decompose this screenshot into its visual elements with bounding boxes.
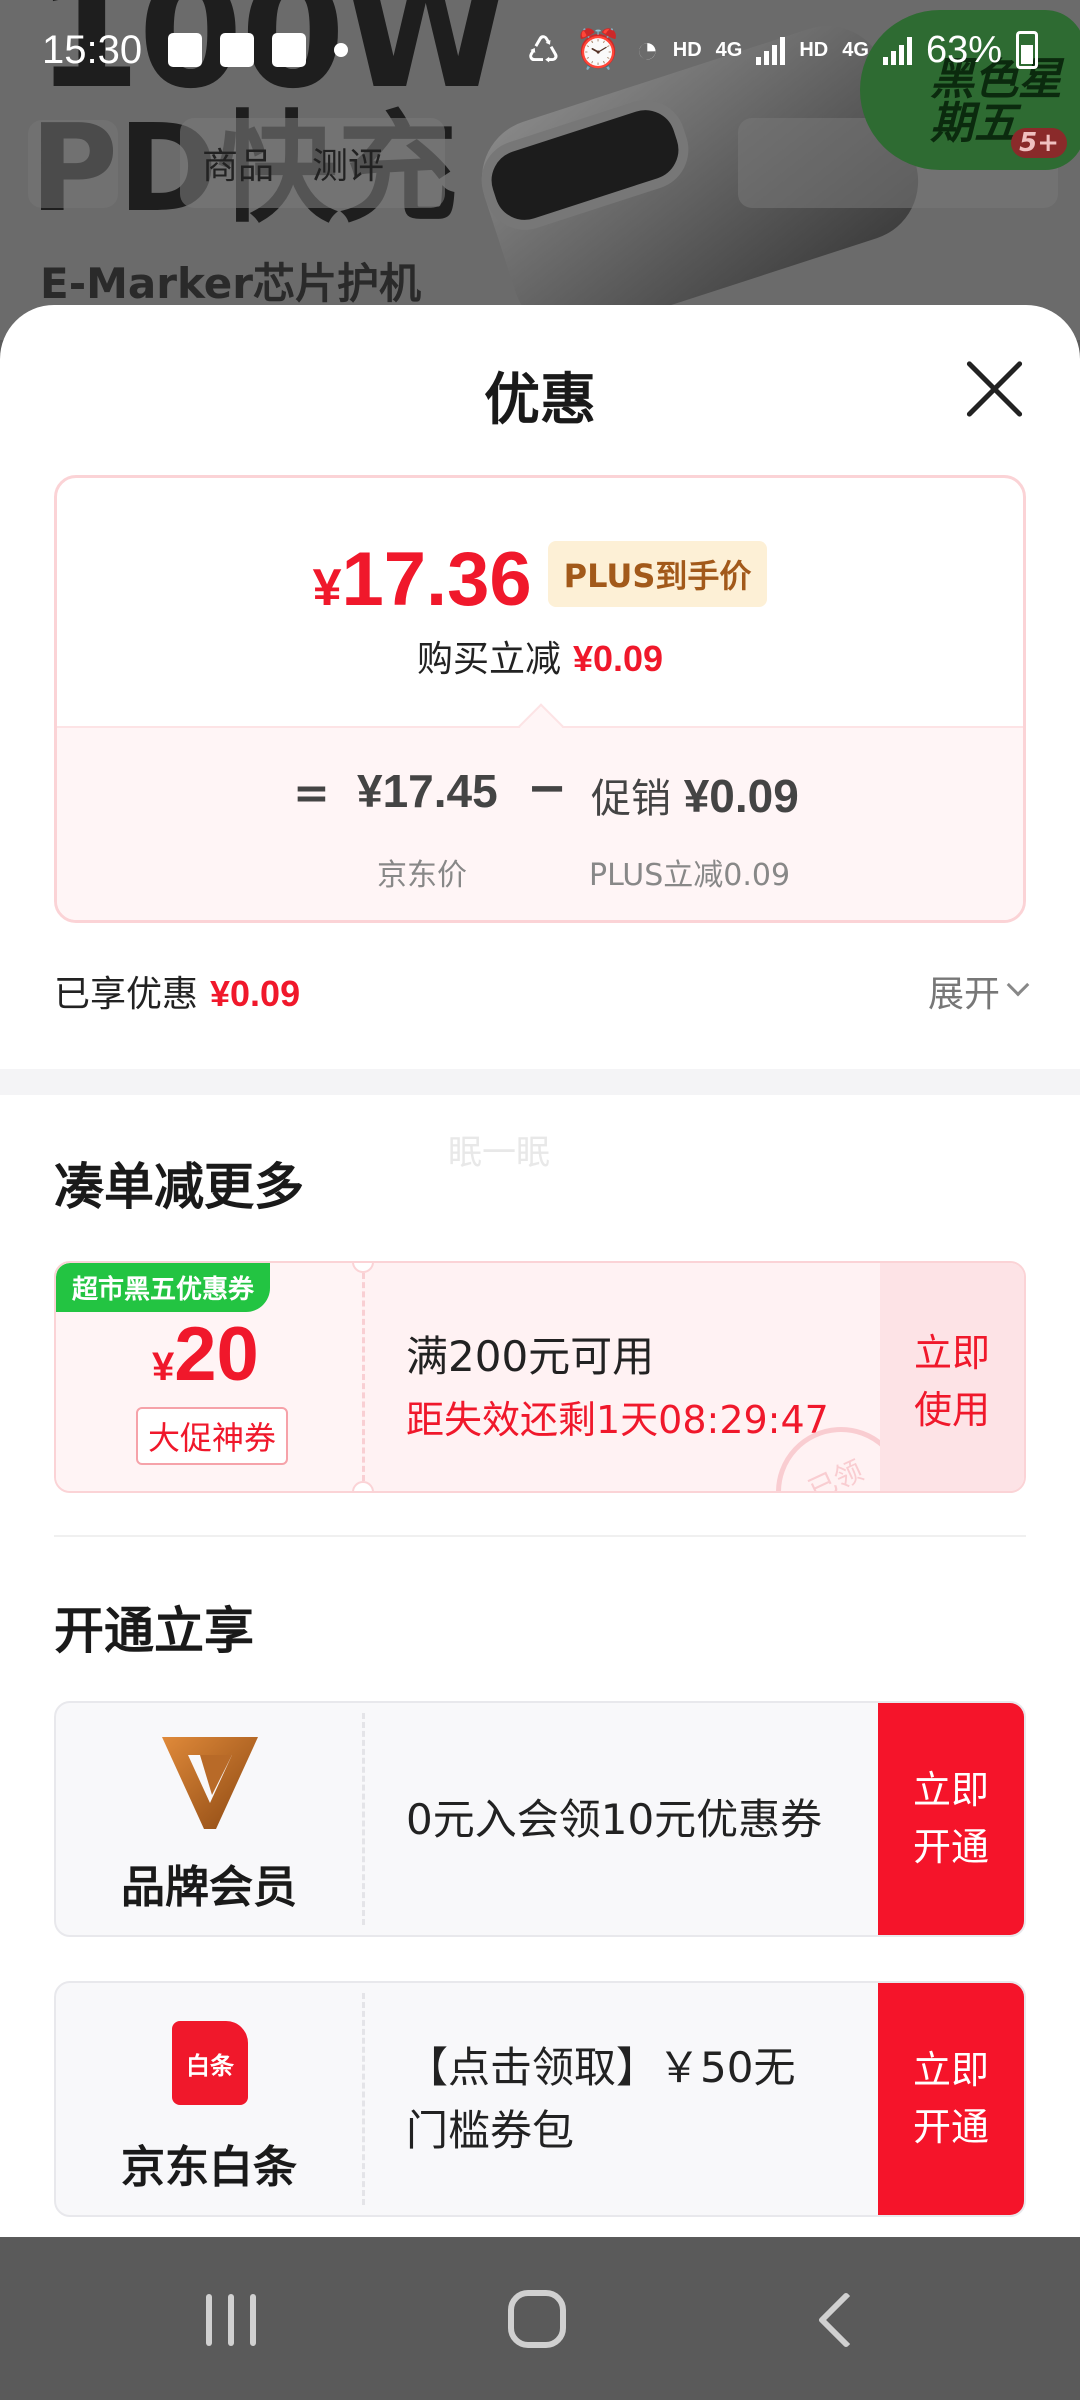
hd-label-1: HD xyxy=(672,38,702,61)
promo-amount: 促销 ¥0.09 xyxy=(591,766,799,824)
expand-label: 展开 xyxy=(927,974,1000,1015)
coupon-notch-bottom xyxy=(352,1481,374,1491)
signal-icon-2 xyxy=(882,35,912,65)
tab-review[interactable]: 测评 xyxy=(312,137,384,189)
section-title-more: 凑单减更多 xyxy=(54,1158,304,1216)
baitiao-name: 京东白条 xyxy=(121,2142,297,2193)
enjoyed-discount: 已享优惠 ¥0.09 xyxy=(54,965,300,1017)
back-nav-icon[interactable] xyxy=(817,2291,875,2349)
jd-price: ¥17.45 xyxy=(357,765,498,817)
open-baitiao-button[interactable]: 立即开通 xyxy=(878,1983,1024,2215)
coupon-card: ¥20 大促神券 超市黑五优惠券 满200元可用 距失效还剩1天08:29:47… xyxy=(54,1261,1026,1493)
recycle-icon: ♺ xyxy=(526,29,561,72)
folder-icon xyxy=(220,33,255,67)
promo-label: 促销 xyxy=(591,776,671,822)
clock-app-icon xyxy=(272,33,307,67)
section-divider xyxy=(0,1069,1080,1095)
status-bar: 15:30 ♺ ⏰ ◔ HD 4G HD 4G 63% xyxy=(0,0,1080,100)
final-price-currency: ¥ xyxy=(312,559,342,617)
chevron-down-icon xyxy=(1006,973,1030,997)
baitiao-logo-text: 白条 xyxy=(186,2051,234,2080)
brand-member-name: 品牌会员 xyxy=(121,1862,297,1913)
baitiao-logo-area: 白条 京东白条 xyxy=(56,1983,362,2215)
wifi-icon: ◔ xyxy=(635,28,659,71)
expand-button[interactable]: 展开 xyxy=(927,965,1030,1017)
price-summary: ¥17.36 PLUS到手价 购买立减 ¥0.09 xyxy=(57,478,1023,726)
coupon-separator xyxy=(362,1273,365,1481)
open-baitiao-label: 立即开通 xyxy=(912,2048,989,2149)
section-title-open: 开通立享 xyxy=(54,1602,254,1660)
back-button[interactable] xyxy=(28,120,118,208)
status-time: 15:30 xyxy=(42,27,143,72)
equals-sign: = xyxy=(293,768,330,819)
discount-sheet: 优惠 ¥17.36 PLUS到手价 购买立减 ¥0.09 = ¥17.45 − 促… xyxy=(0,305,1080,2237)
alarm-icon: ⏰ xyxy=(574,29,622,71)
instant-reduction-label: 购买立减 xyxy=(416,639,561,680)
coupon-amount-value: 20 xyxy=(174,1312,259,1397)
coupon-timer: 距失效还剩1天08:29:47 xyxy=(406,1398,829,1442)
price-card: ¥17.36 PLUS到手价 购买立减 ¥0.09 = ¥17.45 − 促销 ¥… xyxy=(54,475,1026,923)
brand-member-logo-area: 品牌会员 xyxy=(56,1703,362,1935)
gallery-icon xyxy=(168,33,203,67)
baitiao-desc: 【点击领取】￥50无门槛券包 xyxy=(406,2043,796,2155)
network-type-2: 4G xyxy=(842,38,869,61)
close-icon[interactable] xyxy=(962,357,1026,421)
battery-icon xyxy=(1016,31,1038,69)
jd-price-caption: 京东价 xyxy=(377,858,467,893)
hd-label-2: HD xyxy=(799,38,829,61)
enjoyed-value: ¥0.09 xyxy=(210,973,301,1014)
product-tabs: 商品 测评 xyxy=(180,118,445,208)
system-nav-bar xyxy=(0,2238,1080,2400)
instant-reduction: 购买立减 ¥0.09 xyxy=(57,630,1023,682)
plus-price-tag: PLUS到手价 xyxy=(547,540,768,607)
member-card-brand: 品牌会员 0元入会领10元优惠券 立即开通 xyxy=(54,1701,1026,1937)
use-coupon-label: 立即使用 xyxy=(913,1331,990,1432)
open-brand-member-button[interactable]: 立即开通 xyxy=(878,1703,1024,1935)
brand-member-logo-icon xyxy=(162,1737,258,1829)
home-icon[interactable] xyxy=(508,2290,566,2348)
member-separator xyxy=(362,1713,365,1925)
coupon-currency: ¥ xyxy=(152,1345,175,1389)
coupon-amount: ¥20 xyxy=(152,1311,259,1398)
promo-value: ¥0.09 xyxy=(683,770,799,822)
sheet-title: 优惠 xyxy=(484,368,596,433)
badge-count: 5+ xyxy=(1011,128,1067,158)
promo-caption: PLUS立减0.09 xyxy=(589,858,791,893)
member-separator xyxy=(362,1993,365,2205)
minus-sign: − xyxy=(527,760,568,816)
coupon-tag: 超市黑五优惠券 xyxy=(56,1263,271,1312)
coupon-type-badge: 大促神券 xyxy=(136,1407,289,1465)
system-status-icons: ♺ ⏰ ◔ HD 4G HD 4G 63% xyxy=(526,28,1038,73)
member-card-baitiao: 白条 京东白条 【点击领取】￥50无门槛券包 立即开通 xyxy=(54,1981,1026,2217)
brand-member-desc: 0元入会领10元优惠券 xyxy=(406,1794,823,1844)
coupon-condition: 满200元可用 xyxy=(406,1332,655,1381)
watermark-text: 眠一眠 xyxy=(448,1133,550,1173)
signal-icon xyxy=(756,35,786,65)
recent-apps-icon[interactable] xyxy=(206,2294,256,2346)
price-breakdown: = ¥17.45 − 促销 ¥0.09 京东价 PLUS立减0.09 xyxy=(57,726,1023,920)
baitiao-logo-icon: 白条 xyxy=(172,2021,248,2105)
hero-caption: E-Marker芯片护机 xyxy=(40,259,421,308)
network-type-1: 4G xyxy=(715,38,743,61)
use-coupon-button[interactable]: 立即使用 xyxy=(880,1325,1024,1439)
claimed-stamp-text: 已领 xyxy=(803,1453,869,1493)
enjoyed-label: 已享优惠 xyxy=(54,974,199,1015)
final-price: ¥17.36 xyxy=(313,536,532,623)
instant-reduction-value: ¥0.09 xyxy=(572,638,664,679)
open-brand-member-label: 立即开通 xyxy=(912,1768,989,1869)
tab-product[interactable]: 商品 xyxy=(202,137,274,189)
more-notifications-dot-icon xyxy=(334,43,349,57)
thin-divider xyxy=(54,1535,1026,1537)
final-price-value: 17.36 xyxy=(341,537,532,622)
notification-icons xyxy=(168,33,349,67)
battery-percent: 63% xyxy=(925,28,1002,71)
